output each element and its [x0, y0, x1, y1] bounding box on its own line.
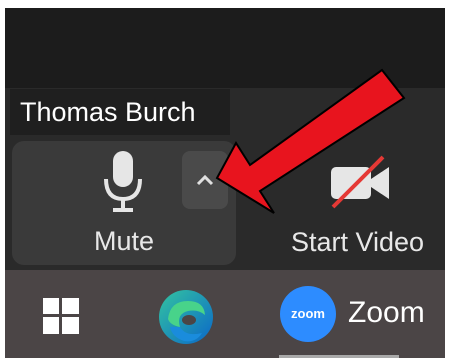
windows-logo-icon[interactable]	[43, 298, 79, 334]
mute-label: Mute	[93, 226, 155, 256]
edge-icon[interactable]	[158, 289, 214, 345]
running-app-indicator	[279, 355, 399, 358]
zoom-app-label: Zoom	[348, 296, 425, 329]
start-video-button[interactable]: Start Video	[270, 148, 445, 266]
microphone-icon	[104, 151, 142, 212]
chevron-up-icon	[196, 174, 214, 186]
video-area	[5, 8, 445, 88]
zoom-logo-icon: zoom	[280, 286, 336, 342]
participant-name: Thomas Burch	[10, 89, 230, 135]
audio-control-group: Mute	[12, 141, 236, 265]
video-off-icon	[331, 155, 389, 209]
meeting-window: Thomas Burch Mute Start Video zoom Zoom	[5, 8, 445, 358]
zoom-taskbar-app[interactable]: zoom Zoom	[280, 284, 445, 350]
start-video-label: Start Video	[290, 227, 425, 257]
mute-button[interactable]: Mute	[12, 141, 182, 265]
audio-options-button[interactable]	[182, 151, 228, 209]
